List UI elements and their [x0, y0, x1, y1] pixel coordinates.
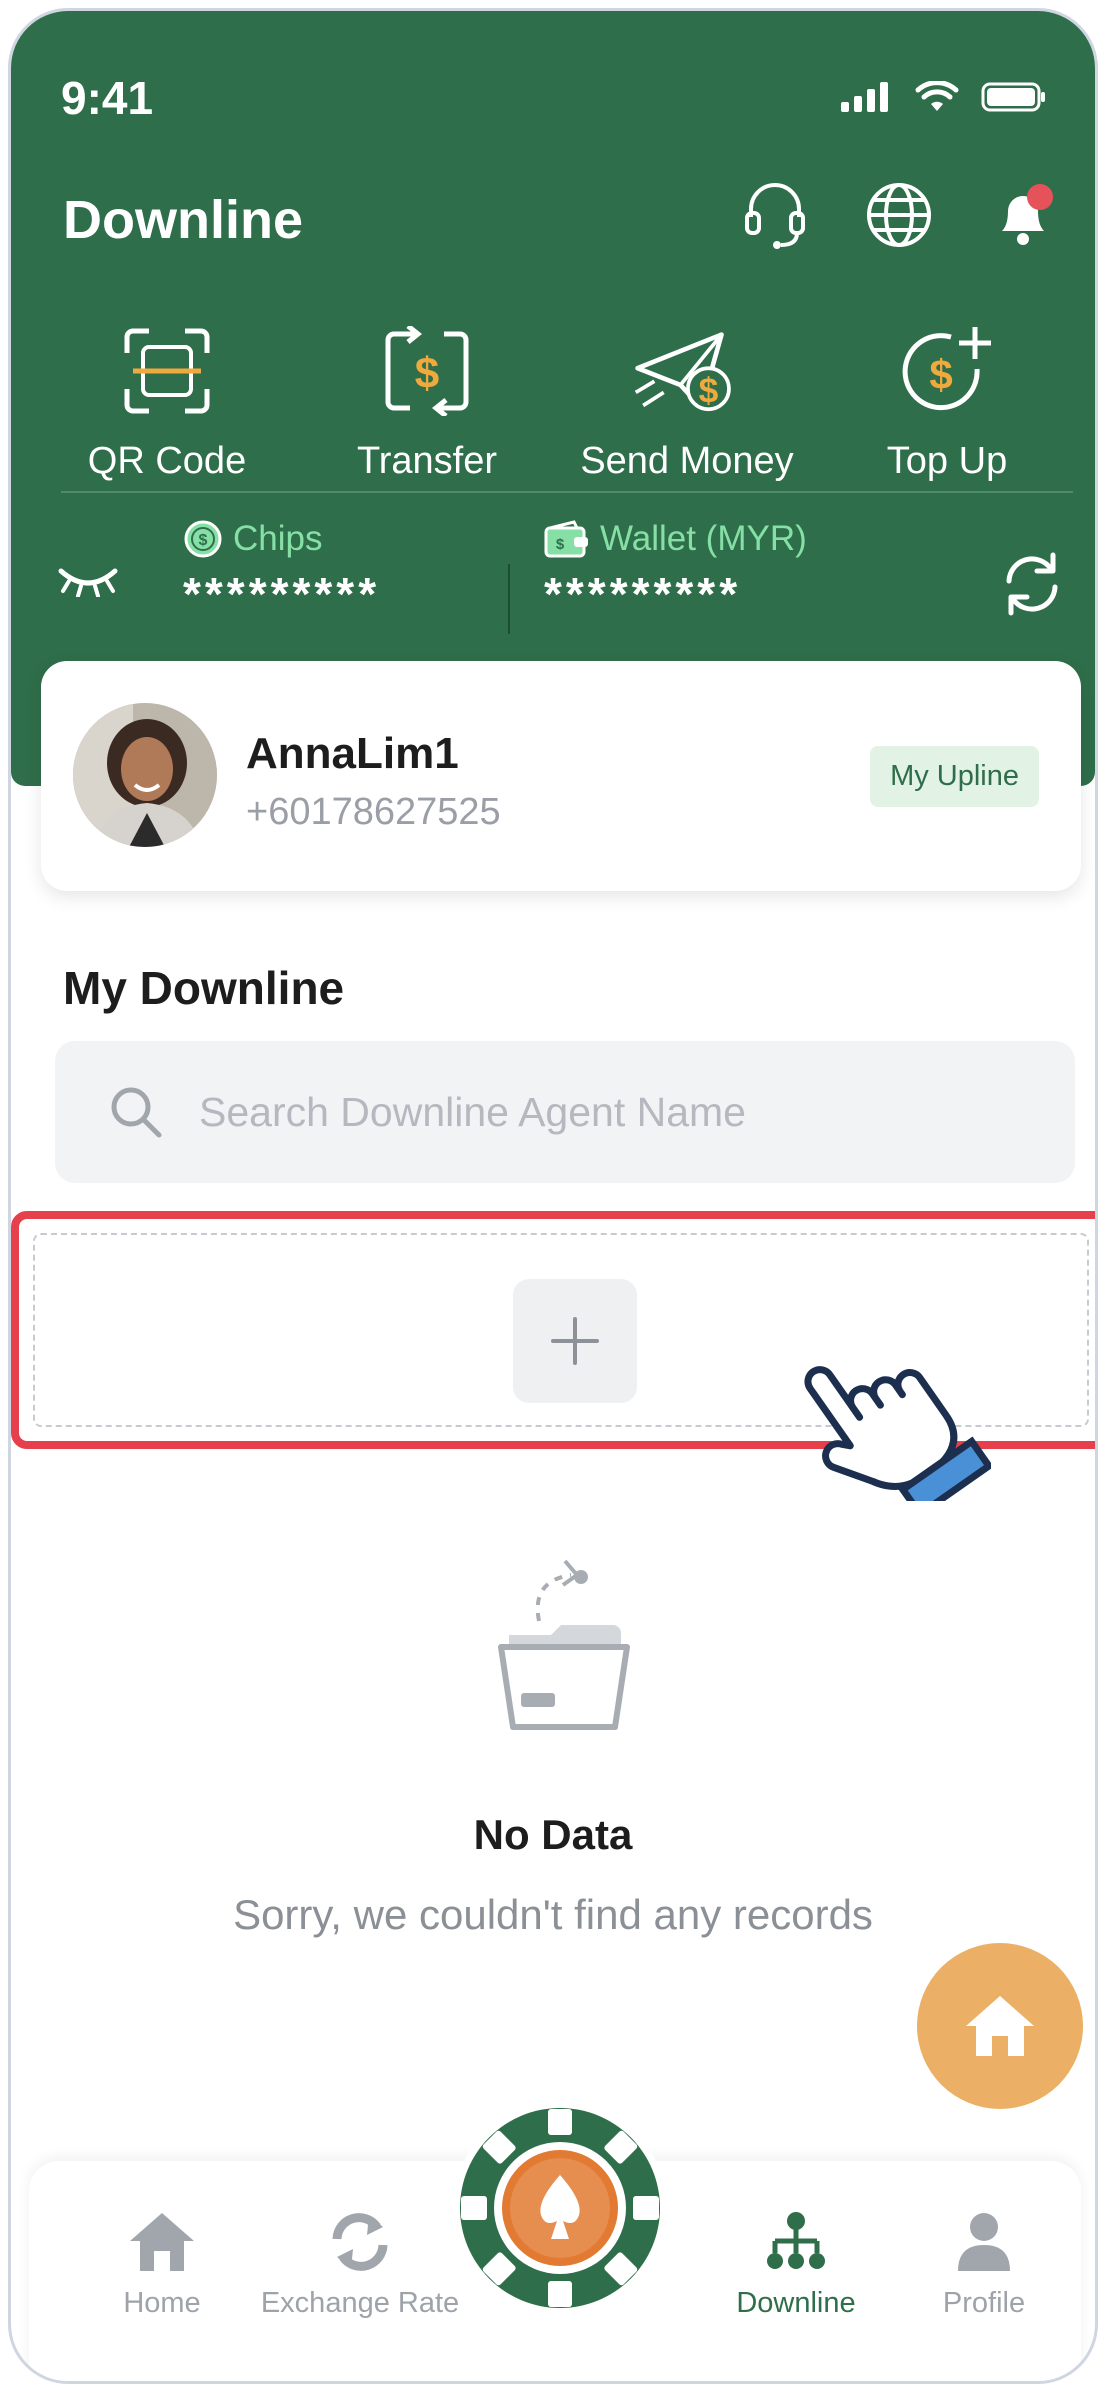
quick-actions: QR Code $ Transfer $ Send Money $ Top Up — [37, 316, 1077, 483]
balance-separator — [508, 564, 510, 634]
network-icon — [767, 2212, 825, 2269]
tab-profile-label: Profile — [942, 2287, 1026, 2319]
wallet-value: ********* — [544, 568, 742, 620]
tab-exchange-rate[interactable]: Exchange Rate — [255, 2211, 465, 2320]
upline-badge[interactable]: My Upline — [870, 746, 1039, 807]
svg-text:$: $ — [415, 349, 439, 398]
tab-downline-label: Downline — [736, 2287, 856, 2319]
phone-frame: 9:41 Downline QR Code $ Transfer $ Send … — [8, 8, 1098, 2384]
plus-icon — [551, 1317, 599, 1365]
pointer-hand-icon — [771, 1311, 994, 1520]
bell-icon — [1002, 184, 1053, 245]
svg-text:$: $ — [699, 371, 719, 411]
wifi-icon — [915, 81, 959, 111]
tab-downline[interactable]: Downline — [711, 2211, 881, 2320]
empty-subtitle: Sorry, we couldn't find any records — [233, 1891, 873, 1938]
signal-icon — [841, 82, 888, 112]
send-money-label: Send Money — [580, 440, 794, 482]
home-fab-button[interactable] — [917, 1943, 1083, 2109]
refresh-icon — [1006, 552, 1058, 616]
wallet-balance: $ Wallet (MYR) ********* — [544, 519, 807, 621]
svg-text:$: $ — [556, 536, 565, 553]
svg-text:$: $ — [199, 532, 208, 549]
search-bar[interactable] — [55, 1041, 1075, 1183]
language-button[interactable] — [863, 179, 935, 251]
headset-icon — [745, 183, 805, 249]
status-icons — [841, 81, 1047, 113]
refresh-button[interactable] — [999, 551, 1065, 622]
header-divider — [61, 491, 1073, 493]
support-button[interactable] — [739, 179, 811, 251]
battery-icon — [981, 82, 1045, 112]
wallet-icon: $ — [544, 520, 588, 558]
page-title: Downline — [63, 190, 303, 250]
profile-phone: +60178627525 — [246, 791, 501, 833]
globe-icon — [867, 183, 931, 247]
send-money-action[interactable]: $ Send Money — [557, 316, 817, 483]
chips-balance: $ Chips ********* — [183, 519, 380, 621]
header-icons — [739, 179, 1059, 251]
empty-folder-icon — [491, 1551, 641, 1746]
search-icon — [111, 1087, 162, 1138]
qr-code-action[interactable]: QR Code — [37, 316, 297, 483]
profile-name: AnnaLim1 — [246, 729, 459, 778]
balance-bar: $ Chips ********* $ Wallet (MYR) *******… — [11, 509, 1095, 639]
section-title: My Downline — [63, 962, 345, 1014]
avatar — [73, 703, 217, 847]
top-up-icon: $ — [902, 327, 991, 411]
chips-label: Chips — [233, 519, 323, 558]
tab-exchange-rate-label: Exchange Rate — [260, 2287, 460, 2319]
qr-scan-icon — [124, 328, 210, 414]
transfer-action[interactable]: $ Transfer — [297, 316, 557, 483]
notifications-button[interactable] — [987, 179, 1059, 251]
transfer-icon: $ — [385, 326, 469, 416]
profile-card[interactable]: AnnaLim1 +60178627525 My Upline — [41, 661, 1081, 891]
tab-home[interactable]: Home — [87, 2211, 237, 2320]
top-up-label: Top Up — [886, 440, 1008, 482]
add-downline-button[interactable] — [513, 1279, 637, 1403]
qr-code-label: QR Code — [87, 440, 247, 482]
eye-closed-icon — [58, 568, 118, 598]
home-icon — [966, 1996, 1034, 2056]
wallet-label: Wallet (MYR) — [600, 519, 807, 558]
chips-coin-icon: $ — [184, 520, 222, 558]
center-chip-button[interactable] — [453, 2101, 667, 2315]
tab-profile[interactable]: Profile — [909, 2211, 1059, 2320]
transfer-label: Transfer — [356, 440, 498, 482]
status-time: 9:41 — [61, 72, 154, 124]
top-up-action[interactable]: $ Top Up — [817, 316, 1077, 483]
send-money-icon: $ — [634, 332, 731, 412]
chips-value: ********* — [183, 568, 381, 620]
tab-home-label: Home — [123, 2287, 201, 2319]
svg-text:$: $ — [929, 351, 952, 398]
exchange-icon — [332, 2213, 388, 2271]
home-icon — [130, 2213, 194, 2271]
search-input[interactable] — [199, 1088, 999, 1136]
poker-chip-icon — [460, 2108, 660, 2308]
empty-title: No Data — [473, 1811, 633, 1858]
user-icon — [958, 2213, 1010, 2271]
toggle-visibility-button[interactable] — [57, 561, 119, 602]
